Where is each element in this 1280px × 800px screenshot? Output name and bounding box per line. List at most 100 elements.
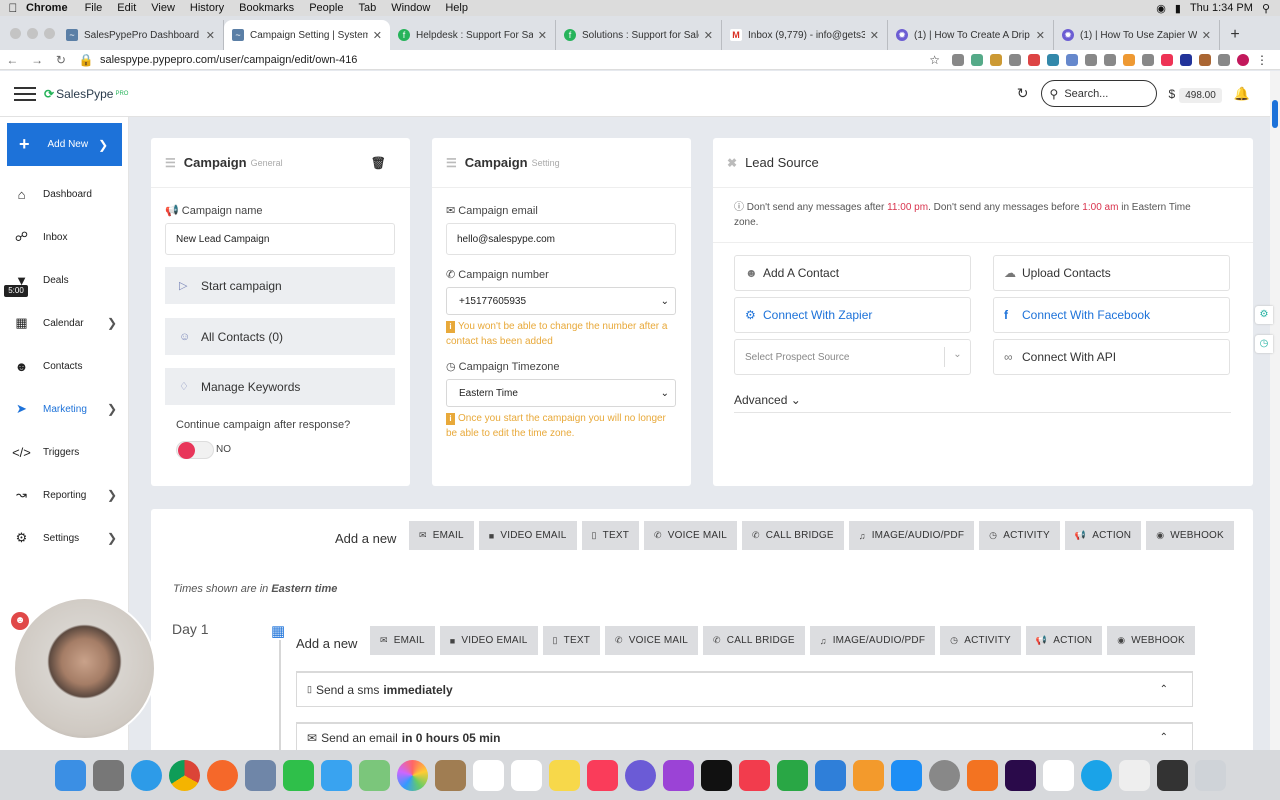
profile-avatar-icon[interactable] (1237, 53, 1249, 66)
add-email-button[interactable]: ✉ EMAIL (409, 521, 474, 550)
clock-widget-icon[interactable]: ◷ (1255, 335, 1273, 353)
minimize-window-icon[interactable] (27, 27, 38, 39)
app-logo[interactable]: ⟳ SalesPype PRO (44, 87, 128, 101)
extension-icon[interactable] (1180, 53, 1192, 66)
add-image-audio-pdf-button[interactable]: ♫ IMAGE/AUDIO/PDF (809, 626, 936, 655)
add-contact-button[interactable]: ☻ Add A Contact (734, 255, 971, 291)
sidebar-item-reporting[interactable]: ↝ Reporting ❯ (0, 480, 129, 510)
settings-widget-icon[interactable]: ⚙ (1255, 306, 1273, 324)
podcasts-icon[interactable] (662, 759, 694, 791)
add-email-button[interactable]: ✉ EMAIL (370, 626, 435, 655)
zoom-window-icon[interactable] (44, 27, 55, 39)
browser-tab[interactable]: ~ SalesPypePro Dashboard | Da ✕ (58, 20, 224, 50)
url-field[interactable]: salespype.pypepro.com/user/campaign/edit… (100, 54, 929, 66)
preview-icon[interactable] (244, 759, 276, 791)
browser-tab[interactable]: ✹ (1) | How To Use Zapier With ✕ (1054, 20, 1220, 50)
user-avatar-icon[interactable]: ☻ (11, 612, 29, 630)
finder-icon[interactable] (54, 759, 86, 791)
tab-close-icon[interactable]: ✕ (373, 29, 382, 42)
maps-icon[interactable] (358, 759, 390, 791)
menu-clock[interactable]: Thu 1:34 PM (1190, 2, 1253, 14)
document-icon[interactable] (1118, 759, 1150, 791)
menu-window[interactable]: Window (391, 2, 430, 14)
continue-campaign-toggle[interactable] (176, 441, 214, 459)
numbers-icon[interactable] (776, 759, 808, 791)
spotlight-icon[interactable]: ⚲ (1262, 2, 1270, 15)
new-tab-icon[interactable]: + (1220, 20, 1250, 50)
bookmark-star-icon[interactable]: ☆ (929, 53, 940, 67)
sidebar-item-triggers[interactable]: </> Triggers (0, 437, 129, 467)
menu-help[interactable]: Help (445, 2, 468, 14)
extension-icon[interactable] (971, 53, 983, 66)
chrome-menu-icon[interactable]: ⋮ (1256, 53, 1268, 67)
tab-close-icon[interactable]: ✕ (870, 29, 879, 42)
add-activity-button[interactable]: ◷ ACTIVITY (979, 521, 1060, 550)
wifi-icon[interactable]: ◉ (1156, 2, 1166, 15)
music-app-icon[interactable] (586, 759, 618, 791)
search-input[interactable]: Search... (1064, 88, 1108, 100)
tab-close-icon[interactable]: ✕ (1036, 29, 1045, 42)
add-image-audio-pdf-button[interactable]: ♫ IMAGE/AUDIO/PDF (848, 521, 975, 550)
news-icon[interactable] (738, 759, 770, 791)
messages-icon[interactable] (320, 759, 352, 791)
browser-tab[interactable]: ✹ (1) | How To Create A Drip Ma ✕ (888, 20, 1054, 50)
sidebar-item-settings[interactable]: ⚙ Settings ❯ (0, 523, 129, 553)
menu-app-name[interactable]: Chrome (26, 2, 68, 14)
add-call-bridge-button[interactable]: ✆ CALL BRIDGE (742, 521, 844, 550)
manage-keywords-button[interactable]: ♢ Manage Keywords (165, 368, 395, 405)
extension-icon[interactable] (1066, 53, 1078, 66)
start-campaign-button[interactable]: ▷ Start campaign (165, 267, 395, 304)
tab-close-icon[interactable]: ✕ (538, 29, 547, 42)
connect-api-button[interactable]: ∞ Connect With API (993, 339, 1230, 375)
photos-icon[interactable] (396, 759, 428, 791)
page-scrollbar[interactable] (1270, 71, 1280, 751)
extension-icon[interactable] (1047, 53, 1059, 66)
contacts-icon[interactable] (434, 759, 466, 791)
extension-icon[interactable] (990, 53, 1002, 66)
add-webhook-button[interactable]: ◉ WEBHOOK (1146, 521, 1234, 550)
system-preferences-icon[interactable] (928, 759, 960, 791)
prospect-source-select[interactable]: Select Prospect Source ⌄ (734, 339, 971, 375)
extension-icon[interactable] (1009, 53, 1021, 66)
trash-icon[interactable] (1194, 759, 1226, 791)
extension-icon[interactable] (952, 53, 964, 66)
firefox-icon[interactable] (206, 759, 238, 791)
sidebar-item-dashboard[interactable]: ⌂ Dashboard (0, 179, 129, 209)
menu-bookmarks[interactable]: Bookmarks (239, 2, 294, 14)
balance[interactable]: $498.00 (1169, 87, 1222, 103)
step-send-email[interactable]: ✉ Send an email in 0 hours 05 min ⌃ (296, 722, 1193, 752)
add-call-bridge-button[interactable]: ✆ CALL BRIDGE (703, 626, 805, 655)
sidebar-item-calendar[interactable]: ▦ Calendar ❯ (0, 308, 129, 338)
launchpad-icon[interactable] (92, 759, 124, 791)
add-video-email-button[interactable]: ■ VIDEO EMAIL (439, 626, 538, 655)
battery-icon[interactable]: ▮ (1175, 2, 1181, 15)
trash-icon[interactable]: 🗑 (371, 156, 386, 170)
extension-icon[interactable] (1161, 53, 1173, 66)
campaign-timezone-select[interactable]: Eastern Time ⌄ (446, 379, 676, 407)
extension-icon[interactable] (1104, 53, 1116, 66)
add-text-button[interactable]: ▯ TEXT (542, 626, 601, 655)
campaign-name-input[interactable]: New Lead Campaign (165, 223, 395, 255)
campaign-email-input[interactable]: hello@salespype.com (446, 223, 676, 255)
apple-icon[interactable]:  (0, 1, 26, 15)
tab-close-icon[interactable]: ✕ (704, 29, 713, 42)
tab-close-icon[interactable]: ✕ (206, 29, 215, 42)
add-text-button[interactable]: ▯ TEXT (581, 521, 640, 550)
sidebar-item-marketing[interactable]: ➤ Marketing ❯ (0, 394, 129, 424)
extension-icon[interactable] (1142, 53, 1154, 66)
menu-tab[interactable]: Tab (358, 2, 376, 14)
add-activity-button[interactable]: ◷ ACTIVITY (940, 626, 1021, 655)
sidebar-item-contacts[interactable]: ☻ Contacts (0, 351, 129, 381)
lock-icon[interactable]: 🔒 (79, 53, 94, 67)
add-action-button[interactable]: 📢 ACTION (1025, 626, 1103, 655)
tab-close-icon[interactable]: ✕ (1202, 29, 1211, 42)
reload-icon[interactable]: ↻ (56, 53, 66, 67)
reminders-icon[interactable] (510, 759, 542, 791)
extension-icon[interactable] (1085, 53, 1097, 66)
extension-icon[interactable] (1199, 53, 1211, 66)
chrome-icon[interactable] (168, 759, 200, 791)
add-webhook-button[interactable]: ◉ WEBHOOK (1107, 626, 1195, 655)
pages-icon[interactable] (852, 759, 884, 791)
sidebar-item-inbox[interactable]: ☍ Inbox (0, 222, 129, 252)
all-contacts-button[interactable]: ☺ All Contacts (0) (165, 318, 395, 355)
